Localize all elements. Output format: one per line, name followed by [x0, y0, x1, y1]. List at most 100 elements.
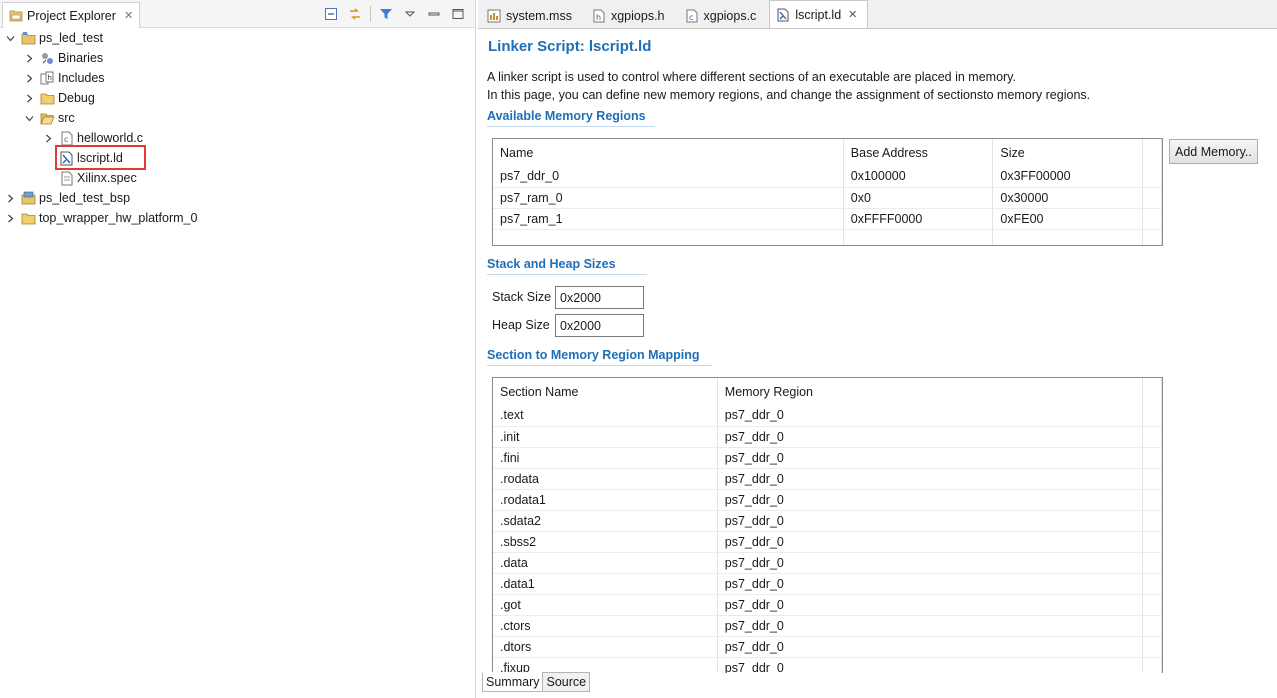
memory-region-cell[interactable]: ps7_ddr_0	[717, 447, 1144, 469]
project-explorer-tab[interactable]: Project Explorer ✕	[2, 2, 141, 28]
tab-xgpiops-c[interactable]: c xgpiops.c	[678, 2, 768, 28]
close-icon[interactable]: ✕	[124, 9, 133, 22]
filler-cell	[1142, 573, 1162, 595]
svg-text:h: h	[47, 74, 51, 82]
chevron-right-icon[interactable]	[4, 192, 16, 204]
chevron-right-icon[interactable]	[23, 52, 35, 64]
project-tree: ps_led_test Binaries h Includes Debug sr…	[0, 28, 475, 228]
column-header-name[interactable]: Name	[493, 139, 844, 166]
chevron-right-icon[interactable]	[23, 92, 35, 104]
collapse-all-icon[interactable]	[322, 5, 340, 23]
stack-size-input[interactable]: 0x2000	[555, 286, 644, 309]
memory-region-cell[interactable]: ps7_ddr_0	[717, 405, 1144, 427]
memory-region-cell[interactable]: ps7_ddr_0	[717, 468, 1144, 490]
memory-region-cell[interactable]: ps7_ddr_0	[717, 594, 1144, 616]
tree-item-label: top_wrapper_hw_platform_0	[39, 211, 198, 225]
chevron-down-icon[interactable]	[23, 112, 35, 124]
tree-item-top-wrapper-hw-platform[interactable]: top_wrapper_hw_platform_0	[0, 208, 475, 228]
memory-region-cell[interactable]: ps7_ddr_0	[717, 573, 1144, 595]
region-base-cell: 0x0	[843, 187, 994, 209]
table-row[interactable]: .ctors ps7_ddr_0	[493, 615, 1162, 637]
table-row[interactable]: .sdata2 ps7_ddr_0	[493, 510, 1162, 532]
table-row[interactable]: .fini ps7_ddr_0	[493, 447, 1162, 469]
section-name-cell: .dtors	[493, 636, 718, 658]
memory-regions-table[interactable]: Name Base Address Size ps7_ddr_0 0x10000…	[492, 138, 1163, 246]
tree-item-ps-led-test[interactable]: ps_led_test	[0, 28, 475, 48]
section-mapping-table[interactable]: Section Name Memory Region .text ps7_ddr_…	[492, 377, 1163, 673]
minimize-icon[interactable]	[425, 5, 443, 23]
table-row[interactable]: .rodata ps7_ddr_0	[493, 468, 1162, 490]
close-icon[interactable]: ✕	[848, 8, 857, 21]
stack-heap-heading: Stack and Heap Sizes	[487, 257, 647, 275]
column-header-memory-region[interactable]: Memory Region	[717, 378, 1144, 405]
column-header-base-address[interactable]: Base Address	[843, 139, 994, 166]
table-row[interactable]: .rodata1 ps7_ddr_0	[493, 489, 1162, 511]
tab-source[interactable]: Source	[542, 672, 591, 692]
section-name-cell: .data	[493, 552, 718, 574]
memory-region-cell[interactable]: ps7_ddr_0	[717, 552, 1144, 574]
region-size-cell: 0x30000	[992, 187, 1143, 209]
table-row[interactable]: ps7_ram_0 0x0 0x30000	[493, 187, 1162, 209]
chevron-right-icon[interactable]	[23, 72, 35, 84]
table-row[interactable]: .got ps7_ddr_0	[493, 594, 1162, 616]
memory-region-cell[interactable]: ps7_ddr_0	[717, 510, 1144, 532]
tab-xgpiops-h[interactable]: h xgpiops.h	[585, 2, 676, 28]
editor-bottom-tabs: Summary Source	[482, 672, 591, 692]
table-row[interactable]: ps7_ddr_0 0x100000 0x3FF00000	[493, 166, 1162, 188]
heap-size-input[interactable]: 0x2000	[555, 314, 644, 337]
memory-region-cell[interactable]: ps7_ddr_0	[717, 426, 1144, 448]
spec-file-icon	[58, 170, 74, 186]
memory-region-cell[interactable]: ps7_ddr_0	[717, 531, 1144, 553]
table-row[interactable]: .fixup ps7_ddr_0	[493, 657, 1162, 673]
memory-region-cell[interactable]: ps7_ddr_0	[717, 615, 1144, 637]
tree-item-helloworld-c[interactable]: c helloworld.c	[0, 128, 475, 148]
tree-item-label: ps_led_test	[39, 31, 103, 45]
linker-script-icon	[58, 150, 74, 166]
table-row[interactable]: .init ps7_ddr_0	[493, 426, 1162, 448]
table-row[interactable]: .text ps7_ddr_0	[493, 405, 1162, 427]
svg-text:c: c	[689, 13, 693, 22]
add-memory-button[interactable]: Add Memory..	[1169, 139, 1258, 164]
tab-system-mss[interactable]: system.mss	[480, 2, 583, 28]
tree-item-label: Includes	[58, 71, 105, 85]
tree-item-binaries[interactable]: Binaries	[0, 48, 475, 68]
chevron-right-icon[interactable]	[42, 132, 54, 144]
table-row[interactable]: .data ps7_ddr_0	[493, 552, 1162, 574]
filler-cell	[1142, 552, 1162, 574]
tree-item-includes[interactable]: h Includes	[0, 68, 475, 88]
tab-lscript-ld[interactable]: lscript.ld ✕	[769, 0, 869, 28]
memory-region-cell[interactable]: ps7_ddr_0	[717, 489, 1144, 511]
region-base-cell: 0xFFFF0000	[843, 208, 994, 230]
table-row[interactable]: .data1 ps7_ddr_0	[493, 573, 1162, 595]
maximize-icon[interactable]	[449, 5, 467, 23]
region-size-cell: 0x3FF00000	[992, 166, 1143, 188]
table-row[interactable]: .sbss2 ps7_ddr_0	[493, 531, 1162, 553]
tree-item-debug[interactable]: Debug	[0, 88, 475, 108]
filter-icon[interactable]	[377, 5, 395, 23]
memory-region-cell[interactable]: ps7_ddr_0	[717, 657, 1144, 673]
table-row[interactable]: .dtors ps7_ddr_0	[493, 636, 1162, 658]
section-name-cell: .data1	[493, 573, 718, 595]
filler-cell	[1142, 531, 1162, 553]
editor-tab-bar: system.mss h xgpiops.h c xgpiops.c lscri…	[478, 0, 1277, 29]
tree-item-label: src	[58, 111, 75, 125]
filler-cell	[1142, 510, 1162, 532]
view-menu-icon[interactable]	[401, 5, 419, 23]
project-explorer-icon	[9, 9, 23, 22]
tab-summary[interactable]: Summary	[482, 672, 544, 692]
tree-item-ps-led-test-bsp[interactable]: ps_led_test_bsp	[0, 188, 475, 208]
chevron-down-icon[interactable]	[4, 32, 16, 44]
table-row[interactable]: ps7_ram_1 0xFFFF0000 0xFE00	[493, 208, 1162, 230]
filler-cell	[1142, 657, 1162, 673]
filler-cell	[1142, 594, 1162, 616]
column-header-size[interactable]: Size	[992, 139, 1143, 166]
tree-item-xilinx-spec[interactable]: Xilinx.spec	[0, 168, 475, 188]
tree-item-src[interactable]: src	[0, 108, 475, 128]
region-name-cell: ps7_ram_0	[493, 187, 844, 209]
chevron-right-icon[interactable]	[4, 212, 16, 224]
column-header-section-name[interactable]: Section Name	[493, 378, 718, 405]
memory-region-cell[interactable]: ps7_ddr_0	[717, 636, 1144, 658]
empty-table-row	[493, 229, 1162, 245]
link-with-editor-icon[interactable]	[346, 5, 364, 23]
tree-item-lscript-ld[interactable]: lscript.ld	[0, 148, 475, 168]
